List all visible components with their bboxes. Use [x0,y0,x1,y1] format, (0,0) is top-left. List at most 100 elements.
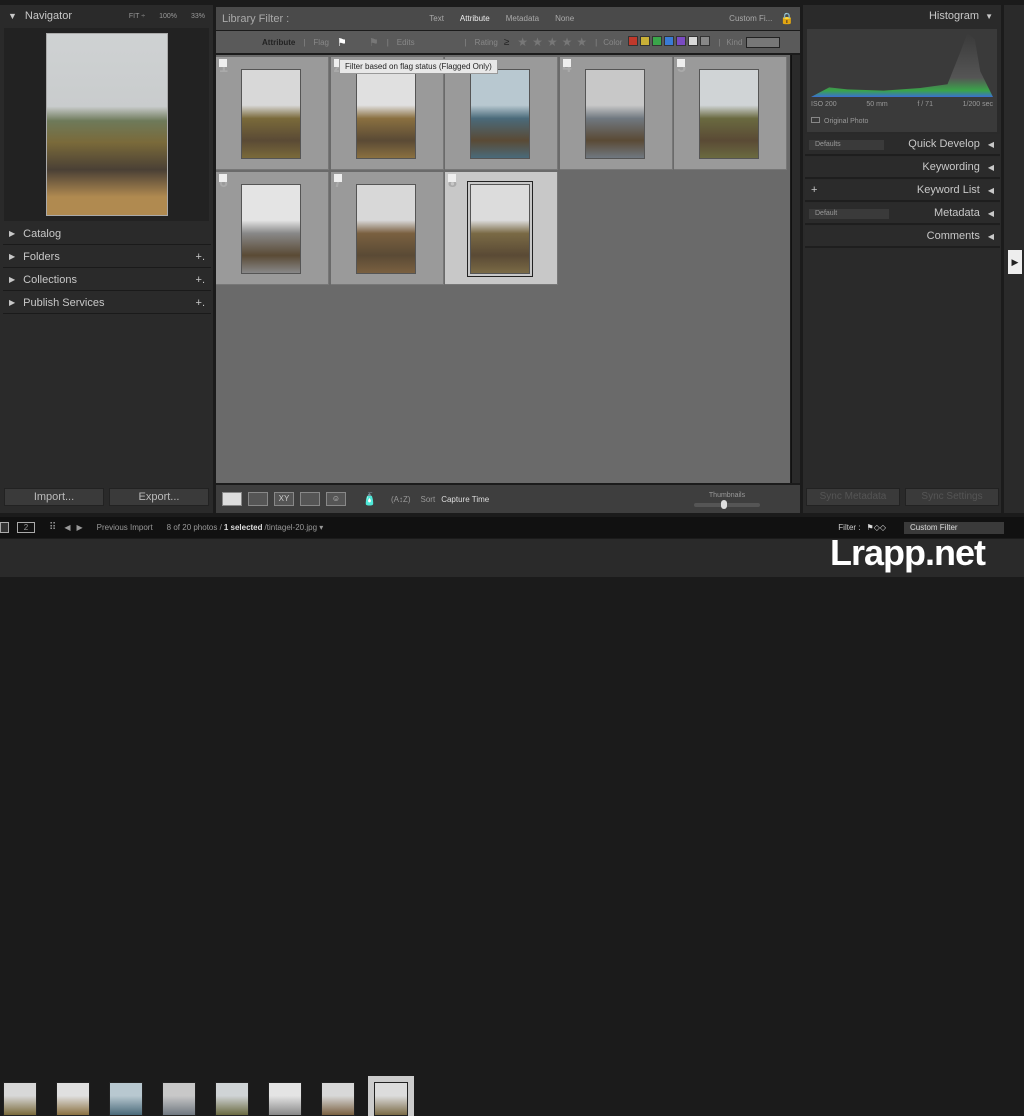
slider-knob[interactable] [721,499,727,509]
photo-thumbnail[interactable] [241,184,301,274]
section-label: Comments [926,230,980,242]
comments-section[interactable]: Comments ◀ [805,226,1000,248]
screen1-button[interactable] [0,522,9,533]
zoom-fit[interactable]: FIT ÷ [129,13,145,20]
color-swatch[interactable] [676,36,687,46]
flag-icon[interactable] [219,59,227,67]
filmstrip-thumbnail[interactable] [56,1082,90,1116]
flagged-filter-icon[interactable]: ⚑ [337,36,347,49]
flag-icon[interactable] [677,59,685,67]
add-collection-button[interactable]: +. [196,274,205,286]
filmstrip-source[interactable]: Previous Import [97,523,153,532]
folders-section[interactable]: ▶ Folders +. [3,246,211,268]
filmstrip-thumbnail[interactable] [321,1082,355,1116]
grid-cell[interactable]: 8 [445,172,558,285]
color-swatch[interactable] [628,36,639,46]
flag-icon[interactable] [562,59,571,67]
filter-tab-metadata[interactable]: Metadata [506,14,539,23]
thumbnail-size-slider[interactable] [694,499,760,509]
people-view-button[interactable]: ☺ [326,492,346,506]
zoom-100[interactable]: 100% [159,13,177,20]
photo-thumbnail[interactable] [584,69,645,159]
grid-cell[interactable]: 1 [216,57,329,170]
filter-tab-none[interactable]: None [555,14,574,23]
library-filter-bar: Library Filter : Text Attribute Metadata… [216,7,800,30]
color-swatch[interactable] [652,36,663,46]
grid-scrollbar[interactable] [791,55,800,483]
survey-view-button[interactable] [300,492,320,506]
loupe-view-button[interactable] [248,492,268,506]
flag-filter-icons[interactable]: ⚑◇◇ [867,523,886,532]
flag-icon[interactable] [448,174,456,182]
photo-thumbnail[interactable] [355,69,416,159]
photo-thumbnail[interactable] [470,69,530,159]
zoom-33[interactable]: 33% [191,13,205,20]
rejected-filter-icon[interactable]: ⚑ [369,36,379,49]
histogram-graph [811,33,993,97]
color-swatch[interactable] [664,36,675,46]
import-button[interactable]: Import... [4,488,104,506]
export-button[interactable]: Export... [109,488,209,506]
photo-thumbnail[interactable] [355,184,416,274]
back-arrow-icon[interactable]: ◀ [64,523,70,532]
grid-cell[interactable]: 4 [559,57,673,170]
flag-icon[interactable] [219,174,227,182]
grid-view: 12345678 Filter based on flag status (Fl… [216,55,790,483]
color-swatches[interactable] [628,36,712,48]
sync-metadata-button[interactable]: Sync Metadata [806,488,900,506]
color-swatch[interactable] [700,36,711,46]
grid-view-button[interactable] [222,492,242,506]
compare-view-button[interactable]: XY [274,492,294,506]
color-swatch[interactable] [640,36,651,46]
right-panel-toggle[interactable]: ▶ [1004,5,1024,513]
grid-cell[interactable]: 5 [674,57,787,170]
spray-can-icon[interactable]: 🧴 [362,492,377,506]
metadata-preset-select[interactable]: Default [809,209,889,219]
original-photo-toggle[interactable]: Original Photo [811,117,868,125]
add-publish-service-button[interactable]: +. [196,297,205,309]
navigator-header[interactable]: ▼ Navigator FIT ÷ 100% 33% [0,5,213,27]
add-keyword-button[interactable]: + [811,184,817,196]
filmstrip-thumbnail[interactable] [215,1082,249,1116]
photo-thumbnail[interactable] [467,181,533,277]
metadata-section[interactable]: Default Metadata ◀ [805,203,1000,225]
publish-services-section[interactable]: ▶ Publish Services +. [3,292,211,314]
rating-stars[interactable]: ★ ★ ★ ★ ★ [515,35,589,49]
filter-preset[interactable]: Custom Fi... [729,14,772,23]
filter-tab-attribute[interactable]: Attribute [460,14,490,23]
filmstrip-thumbnail[interactable] [268,1082,302,1116]
keywording-section[interactable]: Keywording ◀ [805,157,1000,179]
screen2-button[interactable]: 2 [17,522,35,533]
color-swatch[interactable] [688,36,699,46]
photo-thumbnail[interactable] [699,69,759,159]
saved-preset-select[interactable]: Defaults [809,140,884,150]
filmstrip-thumbnail[interactable] [3,1082,37,1116]
filmstrip-thumbnail[interactable] [109,1082,143,1116]
histogram-header[interactable]: Histogram ▼ [803,5,1001,27]
collections-section[interactable]: ▶ Collections +. [3,269,211,291]
add-folder-button[interactable]: +. [196,251,205,263]
photo-thumbnail[interactable] [241,69,301,159]
grid-cell[interactable]: 6 [216,172,329,285]
catalog-section[interactable]: ▶ Catalog [3,223,211,245]
sync-settings-button[interactable]: Sync Settings [905,488,999,506]
sort-direction-icon[interactable]: (A↕Z) [391,495,411,504]
grid-icon[interactable]: ⠿ [49,522,56,533]
quick-develop-section[interactable]: Defaults Quick Develop ◀ [805,134,1000,156]
lock-icon[interactable]: 🔒 [780,12,794,25]
grid-cell[interactable]: 7 [330,172,444,285]
sort-select[interactable]: Capture Time [441,495,489,504]
filename[interactable]: /tintagel-20.jpg ▾ [265,523,324,532]
edits-label: Edits [396,37,415,47]
filmstrip-thumbnail[interactable] [162,1082,196,1116]
navigator-preview[interactable] [4,28,209,221]
rating-operator[interactable]: ≥ [504,37,510,48]
forward-arrow-icon[interactable]: ▶ [76,523,82,532]
filmstrip-thumbnail[interactable] [368,1076,414,1116]
keyword-list-section[interactable]: + Keyword List ◀ [805,180,1000,202]
color-label: Color [603,37,623,47]
kind-filter-icons[interactable] [746,36,781,48]
filter-tab-text[interactable]: Text [429,14,444,23]
expand-arrow-icon: ▶ [1008,250,1022,274]
flag-icon[interactable] [333,174,342,182]
